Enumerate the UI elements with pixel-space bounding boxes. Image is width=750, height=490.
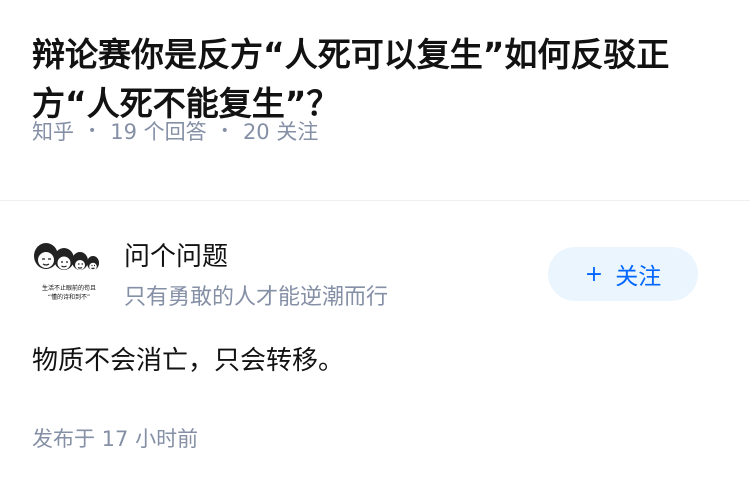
- follower-count[interactable]: 20 关注: [243, 116, 318, 146]
- answer-count[interactable]: 19 个回答: [110, 116, 206, 146]
- plus-icon: +: [584, 261, 604, 287]
- question-header: 辩论赛你是反方“人死可以复生”如何反驳正方“人死不能复生”？: [32, 30, 722, 128]
- meme-faces-icon: 生活不止眼前的苟且 “懂的诗和到不”: [34, 243, 99, 301]
- author-name[interactable]: 问个问题: [124, 236, 228, 273]
- source-label[interactable]: 知乎: [32, 116, 74, 146]
- author-bio: 只有勇敢的人才能逆潮而行: [124, 285, 389, 310]
- avatar[interactable]: 生活不止眼前的苟且 “懂的诗和到不”: [32, 238, 106, 304]
- question-title[interactable]: 辩论赛你是反方“人死可以复生”如何反驳正方“人死不能复生”？: [32, 30, 722, 128]
- svg-text:生活不止眼前的苟且: 生活不止眼前的苟且: [42, 284, 96, 292]
- divider: [0, 200, 750, 201]
- meta-separator: •: [220, 123, 229, 139]
- question-meta: 知乎 • 19 个回答 • 20 关注: [32, 116, 318, 146]
- svg-text:“懂的诗和到不”: “懂的诗和到不”: [48, 293, 90, 301]
- follow-button[interactable]: + 关注: [548, 247, 698, 301]
- answer-content[interactable]: 物质不会消亡，只会转移。: [32, 340, 344, 377]
- follow-label: 关注: [615, 264, 662, 290]
- answer-time: 发布于 17 小时前: [32, 427, 199, 451]
- meta-separator: •: [88, 123, 97, 139]
